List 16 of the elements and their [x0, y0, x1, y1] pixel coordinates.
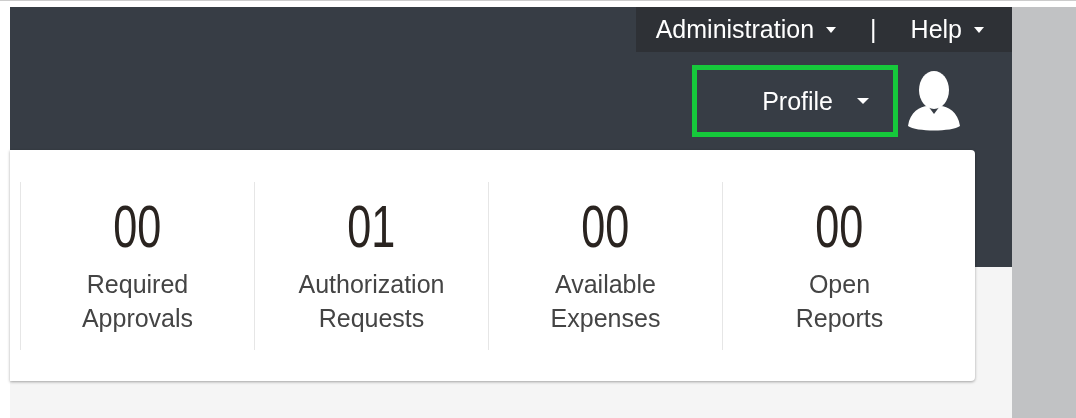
stat-label: Authorization Requests — [298, 268, 445, 334]
profile-dropdown[interactable]: Profile — [692, 65, 898, 137]
stat-number: 01 — [347, 196, 396, 257]
menu-dropdown[interactable]: Help — [910, 15, 984, 44]
stat-label: Open Reports — [795, 268, 884, 334]
caret-icon — [857, 98, 869, 104]
user-avatar-icon[interactable] — [908, 70, 960, 132]
caret-icon — [826, 26, 837, 33]
menu-separator: | — [870, 15, 877, 44]
stat-number: 00 — [581, 196, 630, 257]
menu-dropdown[interactable]: Administration — [655, 15, 837, 44]
stat-number: 00 — [113, 196, 162, 257]
stat-label: Required Approvals — [81, 268, 194, 334]
stat-label: Available Expenses — [550, 268, 661, 334]
stat-number: 00 — [815, 196, 864, 257]
caret-icon — [974, 26, 984, 33]
